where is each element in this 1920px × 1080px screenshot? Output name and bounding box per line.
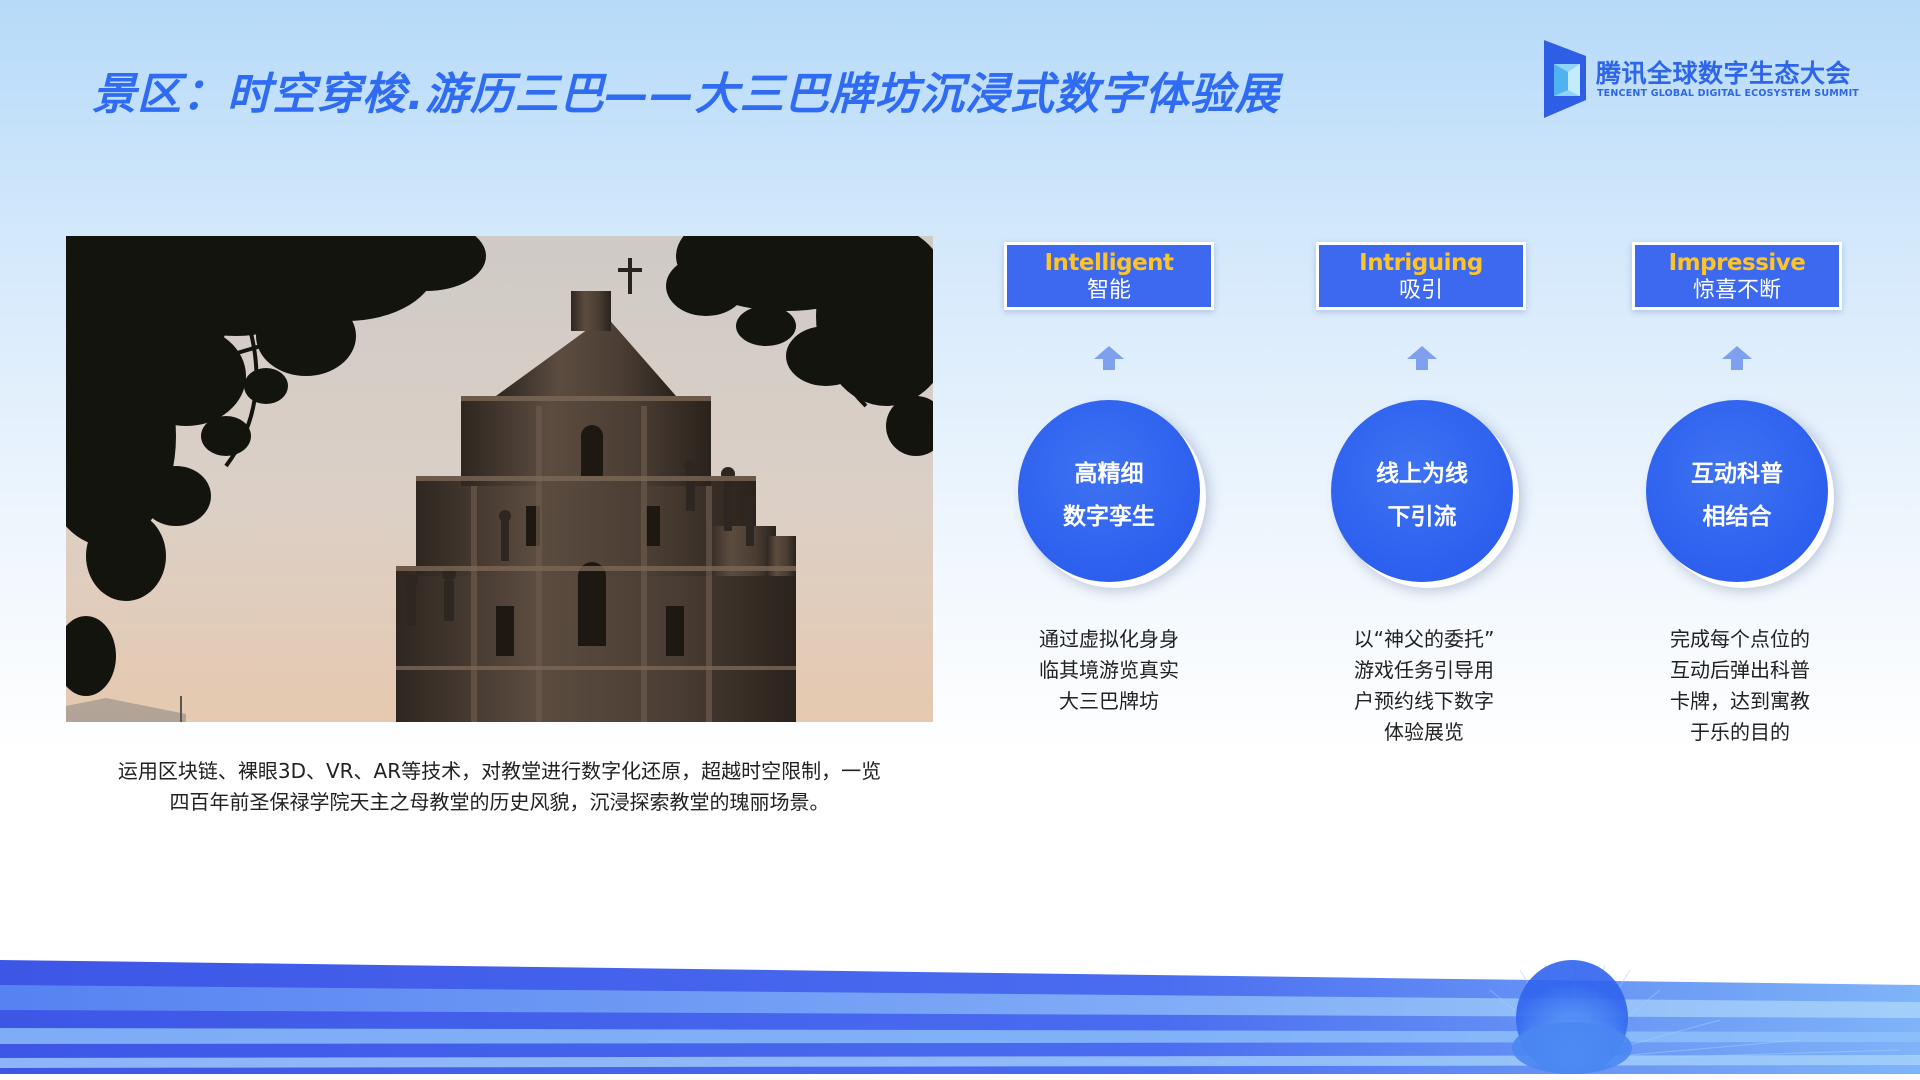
- photo-caption: 运用区块链、裸眼3D、VR、AR等技术，对教堂进行数字化还原，超越时空限制，一览…: [66, 756, 933, 818]
- desc-line: 体验展览: [1384, 720, 1464, 744]
- page-title: 景区：时空穿梭.游历三巴——大三巴牌坊沉浸式数字体验展: [92, 69, 1280, 120]
- desc-line: 游戏任务引导用: [1354, 658, 1494, 682]
- feature-description: 通过虚拟化身身 临其境游览真实 大三巴牌坊: [989, 624, 1229, 717]
- circle-line: 相结合: [1702, 504, 1772, 530]
- feature-badge: Impressive 惊喜不断: [1632, 242, 1842, 310]
- desc-line: 完成每个点位的: [1670, 627, 1810, 651]
- arrow-up-icon: [1722, 346, 1752, 370]
- desc-line: 临其境游览真实: [1039, 658, 1179, 682]
- badge-title-cn: 智能: [1086, 278, 1131, 303]
- circle-line: 高精细: [1074, 461, 1144, 487]
- logo-name-cn: 腾讯全球数字生态大会: [1596, 59, 1852, 88]
- desc-line: 户预约线下数字: [1354, 689, 1494, 713]
- feature-description: 完成每个点位的 互动后弹出科普 卡牌，达到寓教 于乐的目的: [1620, 624, 1860, 748]
- arrow-up-icon: [1094, 346, 1124, 370]
- desc-line: 卡牌，达到寓教: [1670, 689, 1810, 713]
- badge-title-cn: 吸引: [1398, 278, 1443, 303]
- desc-line: 通过虚拟化身身: [1039, 627, 1179, 651]
- circle-line: 线上为线: [1376, 461, 1468, 487]
- circle-line: 下引流: [1387, 504, 1457, 530]
- ruins-of-st-paul-image: [66, 236, 933, 722]
- arrow-up-icon: [1407, 346, 1437, 370]
- badge-title-en: Impressive: [1668, 250, 1806, 276]
- caption-line: 四百年前圣保禄学院天主之母教堂的历史风貌，沉浸探索教堂的瑰丽场景。: [169, 790, 830, 814]
- desc-line: 互动后弹出科普: [1670, 658, 1810, 682]
- circle-line: 互动科普: [1691, 461, 1783, 487]
- feature-badge: Intelligent 智能: [1004, 242, 1214, 310]
- desc-line: 以“神父的委托”: [1353, 627, 1495, 651]
- tencent-summit-logo-icon: [1544, 40, 1586, 118]
- feature-circle: 互动科普 相结合: [1646, 400, 1828, 582]
- feature-circle: 高精细 数字孪生: [1018, 400, 1200, 582]
- feature-circle: 线上为线 下引流: [1331, 400, 1513, 582]
- desc-line: 于乐的目的: [1690, 720, 1790, 744]
- summit-logo: 腾讯全球数字生态大会 TENCENT GLOBAL DIGITAL ECOSYS…: [1544, 40, 1859, 120]
- circle-line: 数字孪生: [1063, 504, 1155, 530]
- badge-title-cn: 惊喜不断: [1692, 278, 1781, 303]
- feature-description: 以“神父的委托” 游戏任务引导用 户预约线下数字 体验展览: [1304, 624, 1544, 748]
- caption-line: 运用区块链、裸眼3D、VR、AR等技术，对教堂进行数字化还原，超越时空限制，一览: [117, 759, 882, 783]
- feature-badge: Intriguing 吸引: [1316, 242, 1526, 310]
- desc-line: 大三巴牌坊: [1059, 689, 1159, 713]
- badge-title-en: Intelligent: [1044, 250, 1174, 276]
- decorative-wave-band: [0, 960, 1920, 1080]
- badge-title-en: Intriguing: [1359, 250, 1483, 276]
- church-photo: [66, 236, 933, 722]
- logo-name-en: TENCENT GLOBAL DIGITAL ECOSYSTEM SUMMIT: [1597, 88, 1859, 99]
